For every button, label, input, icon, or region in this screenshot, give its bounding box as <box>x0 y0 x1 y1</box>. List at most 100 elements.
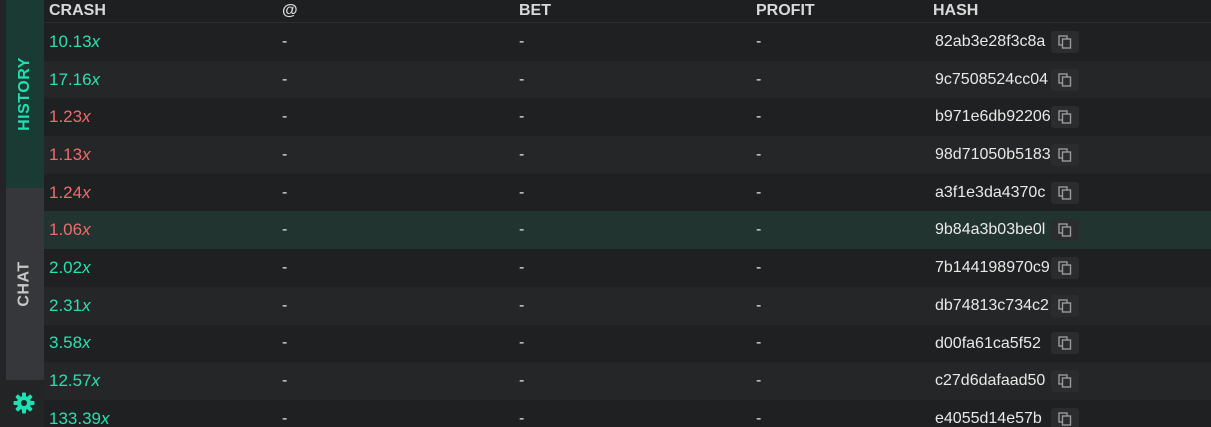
multiplier-suffix: x <box>91 31 101 51</box>
multiplier-suffix: x <box>82 220 91 240</box>
hash-value: 9b84a3b03be0l <box>935 221 1046 239</box>
multiplier-suffix: x <box>91 69 101 89</box>
at-value: - <box>282 183 288 201</box>
copy-hash-button[interactable] <box>1051 256 1079 279</box>
crash-value: 1.06 <box>49 220 83 240</box>
copy-hash-button[interactable] <box>1051 370 1079 393</box>
crash-multiplier: 3.58 x <box>49 325 91 363</box>
crash-value: 12.57 <box>49 371 92 391</box>
hash-value: 82ab3e28f3c8a <box>935 33 1046 50</box>
crash-multiplier: 1.24 x <box>49 174 91 212</box>
sidebar: HISTORY CHAT <box>0 0 44 427</box>
at-value: - <box>282 372 288 390</box>
bet-value: - <box>519 145 525 163</box>
header-crash: CRASH <box>49 2 106 19</box>
at-value: - <box>282 108 288 126</box>
crash-multiplier: 133.39 x <box>49 400 110 427</box>
at-value: - <box>282 145 288 163</box>
copy-icon <box>1058 185 1072 200</box>
crash-multiplier: 2.02 x <box>49 249 91 287</box>
copy-icon <box>1058 412 1072 426</box>
crash-multiplier: 10.13 x <box>49 23 100 61</box>
multiplier-suffix: x <box>82 333 91 353</box>
table-row[interactable]: 1.13 x - - - 98d71050b5183 <box>44 136 1211 174</box>
bet-value: - <box>519 32 525 50</box>
copy-hash-button[interactable] <box>1051 30 1079 53</box>
table-row[interactable]: 1.06 x - - - 9b84a3b03be0l <box>44 211 1211 250</box>
profit-value: - <box>756 145 762 163</box>
tab-chat-label: CHAT <box>16 261 33 307</box>
at-value: - <box>282 409 288 427</box>
copy-icon <box>1058 110 1072 124</box>
gear-icon[interactable] <box>12 391 36 415</box>
copy-icon <box>1058 336 1072 351</box>
multiplier-suffix: x <box>82 144 91 164</box>
crash-multiplier: 12.57 x <box>49 362 100 400</box>
multiplier-suffix: x <box>82 295 91 315</box>
hash-value: b971e6db92206 <box>935 108 1051 126</box>
header-at: @ <box>282 2 298 19</box>
copy-hash-button[interactable] <box>1051 106 1079 129</box>
tab-history-label: HISTORY <box>16 57 34 131</box>
table-row[interactable]: 1.24 x - - - a3f1e3da4370c <box>44 173 1211 212</box>
copy-icon <box>1058 298 1072 313</box>
bet-value: - <box>519 183 525 201</box>
multiplier-suffix: x <box>91 371 101 391</box>
table-row[interactable]: 2.31 x - - - db74813c734c2 <box>44 286 1211 325</box>
copy-hash-button[interactable] <box>1051 407 1079 427</box>
hash-value: 7b144198970c9 <box>935 259 1050 277</box>
header-profit: PROFIT <box>756 2 815 19</box>
copy-hash-button[interactable] <box>1051 294 1079 317</box>
table-row[interactable]: 12.57 x - - - c27d6dafaad50 <box>44 362 1211 400</box>
crash-value: 2.02 <box>49 257 83 277</box>
copy-hash-button[interactable] <box>1051 181 1079 204</box>
bet-value: - <box>519 258 525 276</box>
tab-history[interactable]: HISTORY <box>6 0 44 188</box>
bet-value: - <box>519 70 525 88</box>
table-row[interactable]: 2.02 x - - - 7b144198970c9 <box>44 249 1211 287</box>
copy-hash-button[interactable] <box>1051 332 1079 355</box>
table-row[interactable]: 17.16 x - - - 9c7508524cc04 <box>44 60 1211 99</box>
hash-value: 9c7508524cc04 <box>935 70 1048 88</box>
table-row[interactable]: 1.23 x - - - b971e6db92206 <box>44 98 1211 137</box>
profit-value: - <box>756 296 762 314</box>
hash-value: c27d6dafaad50 <box>935 372 1046 390</box>
crash-multiplier: 17.16 x <box>49 61 100 99</box>
header-hash: HASH <box>933 2 979 19</box>
profit-value: - <box>756 221 762 239</box>
copy-hash-button[interactable] <box>1051 143 1079 166</box>
history-table: CRASH @ BET PROFIT HASH 10.13 x - - -82ab3e2… <box>44 0 1211 427</box>
copy-icon <box>1058 374 1072 388</box>
bet-value: - <box>519 221 525 239</box>
table-row[interactable]: 3.58 x - - - d00fa61ca5f52 <box>44 324 1211 363</box>
at-value: - <box>282 221 288 239</box>
profit-value: - <box>756 183 762 201</box>
crash-multiplier: 2.31 x <box>49 287 91 325</box>
profit-value: - <box>756 409 762 427</box>
copy-icon <box>1058 148 1072 162</box>
bet-value: - <box>519 409 525 427</box>
crash-value: 10.13 <box>49 31 92 51</box>
copy-icon <box>1058 261 1072 275</box>
crash-multiplier: 1.23 x <box>49 98 91 136</box>
copy-hash-button[interactable] <box>1051 68 1079 91</box>
copy-icon <box>1058 72 1072 87</box>
at-value: - <box>282 70 288 88</box>
profit-value: - <box>756 334 762 352</box>
bet-value: - <box>519 108 525 126</box>
table-header: CRASH @ BET PROFIT HASH <box>44 0 1211 23</box>
tab-chat[interactable]: CHAT <box>6 188 44 380</box>
profit-value: - <box>756 70 762 88</box>
hash-value: db74813c734c2 <box>935 296 1049 314</box>
copy-icon <box>1058 223 1072 237</box>
multiplier-suffix: x <box>82 257 91 277</box>
hash-value: a3f1e3da4370c <box>935 183 1046 201</box>
crash-value: 17.16 <box>49 69 92 89</box>
crash-value: 1.13 <box>49 144 83 164</box>
table-row[interactable]: 10.13 x - - - 82ab3e28f3c8a <box>44 23 1211 61</box>
bet-value: - <box>519 296 525 314</box>
at-value: - <box>282 296 288 314</box>
copy-hash-button[interactable] <box>1051 219 1079 242</box>
crash-value: 2.31 <box>49 295 83 315</box>
table-row[interactable]: 133.39 x - - - e4055d14e57b <box>44 399 1211 427</box>
